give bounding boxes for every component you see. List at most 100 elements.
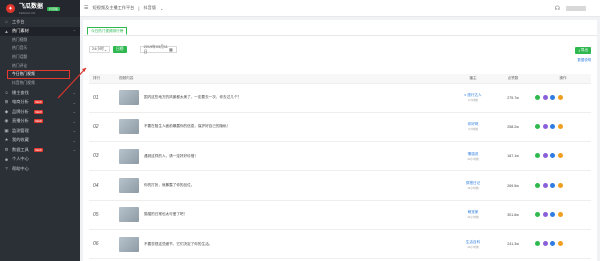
logo[interactable]: ✦ 飞瓜数据 FEIGUA.CN 抖音版 xyxy=(0,0,80,17)
video-cell[interactable]: 国内这些地方的风景都太美了，一定要去一次，你去过几个？ xyxy=(115,83,451,113)
share-icon[interactable] xyxy=(557,211,563,217)
table-row[interactable]: 01 国内这些地方的风景都太美了，一定要去一次，你去过几个？ x 旅行达人 2小… xyxy=(89,83,591,113)
video-title[interactable]: 不要在陌生人面前暴露你的信息，保护好自己的隐私！ xyxy=(144,124,230,129)
video-thumbnail[interactable] xyxy=(119,90,139,106)
author-cell[interactable]: 你好呀 3小时前 xyxy=(451,112,491,143)
sidebar: ✦ 飞瓜数据 FEIGUA.CN 抖音版 ⌂ 工作台 ▲ 热门素材 ⌃ 热门视频… xyxy=(0,0,80,261)
author-name[interactable]: 穿搭日记 xyxy=(466,181,480,185)
detail-icon[interactable] xyxy=(535,94,540,100)
table-row[interactable]: 06 不要忽视这些细节，它们决定了你的生活。 生活百科 13小时前 241.3w xyxy=(89,229,591,260)
share-icon[interactable] xyxy=(557,94,563,100)
collect-icon[interactable] xyxy=(542,241,548,247)
date-picker[interactable]: 2019年03月11日 ▦ xyxy=(139,45,177,54)
sidebar-item-profile[interactable]: ☻ 个人中心 xyxy=(0,154,80,164)
video-cell[interactable]: 猫猫的日常也太可爱了吧！ xyxy=(115,200,451,230)
video-title[interactable]: 你的打扮，就暴露了你的品位。 xyxy=(144,183,194,188)
play-icon[interactable] xyxy=(550,211,555,217)
platform-switch[interactable]: 抖音版 xyxy=(143,5,156,11)
author-cell[interactable]: 萌宠家 12小时前 xyxy=(451,200,491,230)
video-thumbnail[interactable] xyxy=(119,148,139,164)
period-select[interactable]: 24小时 ⌄ xyxy=(89,46,111,53)
video-thumbnail[interactable] xyxy=(119,119,139,135)
video-title[interactable]: 不要忽视这些细节，它们决定了你的生活。 xyxy=(144,242,212,247)
sidebar-item-live[interactable]: ◉ 直播分析 NEW ⌄ xyxy=(0,116,80,126)
sidebar-subitem-today-hot-video[interactable]: 今日热门视频 xyxy=(7,70,70,80)
chevron-down-icon: ⌄ xyxy=(72,109,76,115)
video-thumbnail[interactable] xyxy=(119,178,139,194)
table-row[interactable]: 03 遇到这样的人，请一定好好珍惜！ 情感说 10小时前 187.1w xyxy=(89,141,591,172)
collect-icon[interactable] xyxy=(542,153,548,159)
sidebar-subitem-hot-music[interactable]: 热门音乐 xyxy=(0,45,80,54)
sidebar-item-hot-material[interactable]: ▲ 热门素材 ⌃ xyxy=(0,26,80,36)
author-name[interactable]: 生活百科 xyxy=(466,240,480,244)
detail-icon[interactable] xyxy=(535,153,540,159)
sidebar-item-label: 直播分析 xyxy=(12,118,29,124)
author-name[interactable]: 萌宠家 xyxy=(468,210,479,214)
detail-icon[interactable] xyxy=(535,182,540,188)
video-thumbnail[interactable] xyxy=(119,207,139,223)
author-time: 11小时前 xyxy=(467,186,479,191)
share-icon[interactable] xyxy=(557,182,563,188)
user-icon: ☺ xyxy=(4,90,9,96)
tab-today-hot-video-rank[interactable]: 今日热门视频排行榜 xyxy=(87,27,128,35)
play-icon[interactable] xyxy=(550,182,555,188)
sidebar-item-help[interactable]: ? 帮助中心 xyxy=(0,164,80,174)
play-icon[interactable] xyxy=(550,241,555,247)
video-thumbnail[interactable] xyxy=(119,236,139,252)
author-name[interactable]: 情感说 xyxy=(468,152,479,156)
table-row[interactable]: 04 你的打扮，就暴露了你的品位。 穿搭日记 11小时前 269.5w xyxy=(89,170,591,201)
video-cell[interactable]: 不要在陌生人面前暴露你的信息，保护好自己的隐私！ xyxy=(115,112,451,143)
collect-icon[interactable] xyxy=(542,182,548,188)
export-button[interactable]: ⇩ 导出 xyxy=(575,47,591,54)
table-row[interactable]: 05 猫猫的日常也太可爱了吧！ 萌宠家 12小时前 301.6w xyxy=(89,200,591,230)
sidebar-item-tools[interactable]: ⚙ 数据工具 NEW ⌄ xyxy=(0,145,80,155)
sidebar-subitem-hot-video[interactable]: 热门视频 xyxy=(0,36,80,45)
detail-icon[interactable] xyxy=(535,241,540,247)
share-icon[interactable] xyxy=(557,153,563,159)
video-cell[interactable]: 你的打扮，就暴露了你的品位。 xyxy=(115,170,451,201)
tag-icon: ◆ xyxy=(4,108,9,114)
share-icon[interactable] xyxy=(557,241,563,247)
sidebar-item-brand[interactable]: ◆ 品牌分析 NEW ⌄ xyxy=(0,107,80,117)
video-cell[interactable]: 不要忽视这些细节，它们决定了你的生活。 xyxy=(115,229,451,260)
video-title[interactable]: 国内这些地方的风景都太美了，一定要去一次，你去过几个？ xyxy=(144,95,241,100)
video-title[interactable]: 遇到这样的人，请一定好好珍惜！ xyxy=(144,154,198,159)
daily-rank-button[interactable]: 日榜 xyxy=(113,46,127,53)
author-name[interactable]: x 旅行达人 xyxy=(464,93,481,97)
sidebar-subitem-hot-topic[interactable]: 热门话题 xyxy=(0,53,80,62)
sidebar-item-workbench[interactable]: ⌂ 工作台 xyxy=(0,17,80,27)
sidebar-item-monitor[interactable]: ▣ 监测管理 ⌄ xyxy=(0,126,80,136)
author-cell[interactable]: 生活百科 13小时前 xyxy=(451,229,491,260)
chevron-down-icon[interactable]: ⌄ xyxy=(160,6,164,11)
headset-icon[interactable]: ☊ xyxy=(555,5,560,12)
sidebar-item-favorites[interactable]: ★ 我的收藏 ⌄ xyxy=(0,135,80,145)
table-row[interactable]: 02 不要在陌生人面前暴露你的信息，保护好自己的隐私！ 你好呀 3小时前 258… xyxy=(89,112,591,143)
author-time: 10小时前 xyxy=(467,156,479,161)
menu-icon[interactable]: ☰ xyxy=(84,5,88,11)
sidebar-subitem-douyin-hot-video[interactable]: 抖音热门视频 xyxy=(0,79,80,88)
detail-icon[interactable] xyxy=(535,211,540,217)
like-count: 187.1w xyxy=(491,141,531,172)
author-name[interactable]: 你好呀 xyxy=(468,122,479,126)
author-cell[interactable]: 情感说 10小时前 xyxy=(451,141,491,172)
collect-icon[interactable] xyxy=(542,211,548,217)
person-icon: ☻ xyxy=(4,156,9,162)
play-icon[interactable] xyxy=(550,153,555,159)
author-cell[interactable]: x 旅行达人 2小时前 xyxy=(451,83,491,113)
sidebar-subitem-hot-comment[interactable]: 热门评论 xyxy=(0,62,80,71)
collect-icon[interactable] xyxy=(542,94,548,100)
title-separator: | xyxy=(138,5,140,11)
play-icon[interactable] xyxy=(550,94,555,100)
chevron-down-icon: ⌄ xyxy=(103,48,108,52)
collect-icon[interactable] xyxy=(542,123,548,129)
user-menu[interactable] xyxy=(566,5,586,11)
video-cell[interactable]: 遇到这样的人，请一定好好珍惜！ xyxy=(115,141,451,172)
play-icon[interactable] xyxy=(550,123,555,129)
author-cell[interactable]: 穿搭日记 11小时前 xyxy=(451,170,491,201)
share-icon[interactable] xyxy=(557,123,563,129)
detail-icon[interactable] xyxy=(535,123,540,129)
sidebar-item-ecommerce[interactable]: ⊞ 电商分析 NEW ⌄ xyxy=(0,97,80,107)
data-description-link[interactable]: 数据说明 xyxy=(577,57,591,62)
sidebar-item-find-creator[interactable]: ☺ 播主查找 ⌄ xyxy=(0,88,80,98)
video-title[interactable]: 猫猫的日常也太可爱了吧！ xyxy=(144,212,187,217)
